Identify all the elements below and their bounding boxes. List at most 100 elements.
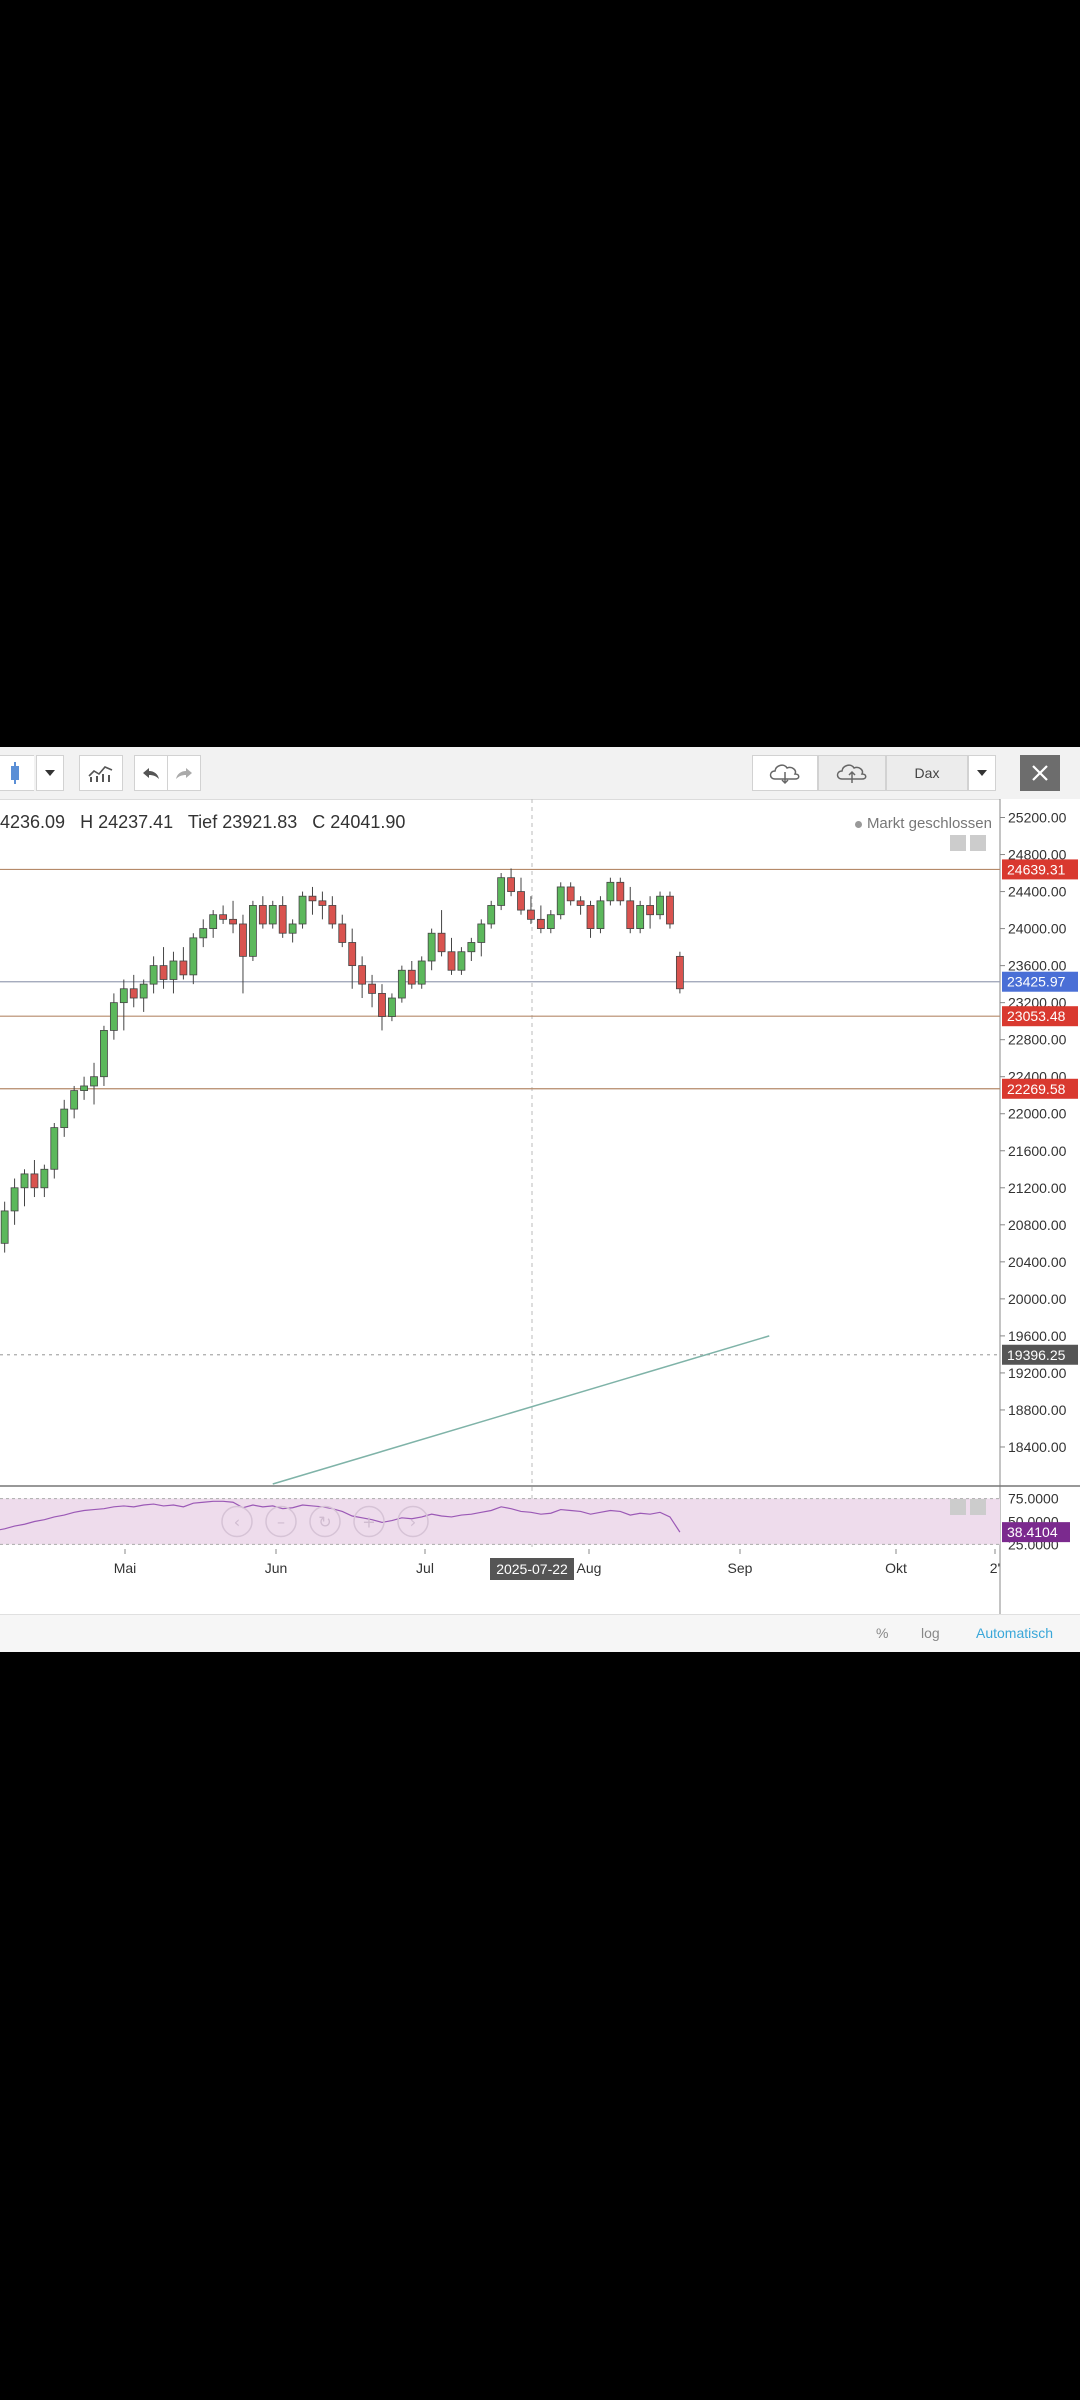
candle-body: [308, 895, 317, 902]
candle: [139, 979, 148, 1012]
ohlc-open: 4236.09: [0, 812, 66, 832]
level-label: 19396.25: [1007, 1347, 1066, 1363]
candle-body: [298, 895, 307, 925]
candle: [219, 905, 228, 924]
candle-body: [40, 1168, 49, 1189]
percent-scale-toggle[interactable]: %: [876, 1625, 888, 1641]
candle: [248, 900, 257, 961]
redo-button[interactable]: [167, 755, 201, 791]
chart-toolbar: Dax: [0, 747, 1080, 800]
status-dot-icon: [854, 820, 862, 828]
candle: [90, 1062, 98, 1105]
candle-body: [169, 960, 178, 980]
candle: [467, 937, 476, 961]
candle-body: [0, 1210, 9, 1244]
symbol-dropdown[interactable]: [968, 755, 996, 791]
candle-body: [656, 895, 664, 916]
price-chart[interactable]: 25200.0024800.0024400.0024000.0023600.00…: [0, 799, 1080, 1614]
rsi-value-label: 38.4104: [1007, 1524, 1058, 1540]
candle: [338, 914, 347, 948]
x-tick-label: 2': [990, 1560, 1000, 1576]
x-tick-label: Aug: [577, 1560, 602, 1576]
candle-body: [129, 988, 138, 999]
candle: [199, 919, 208, 948]
candle: [378, 984, 386, 1031]
candle: [507, 868, 515, 897]
close-button[interactable]: [1020, 755, 1060, 791]
panel-settings-icon[interactable]: [950, 1499, 966, 1515]
panel-close-icon[interactable]: [970, 1499, 986, 1515]
auto-scale-toggle[interactable]: Automatisch: [976, 1625, 1053, 1641]
candle: [497, 873, 506, 911]
candle: [636, 900, 645, 934]
chart-type-dropdown[interactable]: [36, 755, 64, 791]
symbol-selector[interactable]: Dax: [886, 755, 968, 791]
candle: [129, 974, 138, 1008]
panel-settings-icon[interactable]: [950, 835, 966, 851]
undo-icon: [142, 766, 160, 780]
scroll-left-icon-glyph: ‹: [234, 1513, 240, 1532]
ohlc-low: Tief 23921.83: [187, 812, 298, 832]
candle-body: [248, 905, 257, 957]
candle: [209, 910, 218, 938]
price-tick-label: 21600.00: [1008, 1143, 1067, 1159]
symbol-label: Dax: [914, 765, 940, 781]
trend-line: [272, 1335, 770, 1485]
candle-body: [417, 960, 426, 985]
ohlc-readout: 4236.09 H 24237.41 Tief 23921.83 C 24041…: [0, 812, 415, 833]
candle: [298, 891, 307, 929]
price-tick-label: 23600.00: [1008, 958, 1067, 974]
indicators-button[interactable]: [79, 755, 123, 791]
candle-body: [576, 900, 585, 906]
price-tick-label: 20400.00: [1008, 1254, 1067, 1270]
candle-body: [50, 1127, 59, 1170]
candle-body: [596, 900, 605, 929]
candle-body: [616, 881, 625, 902]
candle: [626, 886, 635, 934]
candle-body: [100, 1030, 108, 1078]
candle-body: [229, 918, 237, 925]
candle: [407, 960, 416, 989]
panel-close-icon[interactable]: [970, 835, 986, 851]
candle-body: [477, 923, 486, 943]
ohlc-close: C 24041.90: [312, 812, 406, 832]
candle-body: [675, 955, 684, 990]
log-scale-toggle[interactable]: log: [921, 1625, 940, 1641]
cloud-upload-button[interactable]: [818, 755, 886, 791]
price-tick-label: 19600.00: [1008, 1328, 1067, 1344]
undo-button[interactable]: [134, 755, 168, 791]
price-panel-controls: [950, 835, 986, 851]
candlestick-chart-button[interactable]: [0, 755, 34, 791]
candle-body: [159, 965, 168, 980]
candle: [556, 882, 565, 920]
candle-body: [119, 988, 128, 1004]
candle-body: [457, 951, 466, 971]
price-tick-label: 20000.00: [1008, 1291, 1067, 1307]
candle: [566, 882, 575, 906]
crosshair-date-label: 2025-07-22: [496, 1561, 568, 1577]
candle-body: [268, 905, 277, 925]
candle-body: [487, 905, 496, 925]
candle-body: [80, 1085, 88, 1091]
candle-body: [546, 914, 555, 929]
x-tick-label: Mai: [114, 1560, 137, 1576]
candle: [546, 910, 555, 934]
candle-body: [447, 951, 456, 971]
candle: [596, 896, 605, 934]
x-tick-label: Sep: [728, 1560, 753, 1576]
dropdown-arrow-icon: [45, 770, 55, 776]
cloud-download-button[interactable]: [752, 755, 818, 791]
x-tick-label: Jul: [416, 1560, 434, 1576]
level-label: 22269.58: [1007, 1081, 1066, 1097]
candle-body: [407, 969, 416, 985]
close-icon: [1031, 764, 1049, 782]
candle-body: [338, 923, 347, 943]
candle: [417, 956, 426, 989]
cloud-download-icon: [767, 761, 803, 785]
chart-app: Dax 25200.00 24800.00 24400.00 24000.00 2360…: [0, 747, 1080, 1652]
price-tick-label: 22000.00: [1008, 1106, 1067, 1122]
candle-body: [239, 923, 247, 957]
candle: [646, 896, 654, 929]
candle-body: [70, 1090, 79, 1110]
price-tick-label: 18400.00: [1008, 1439, 1067, 1455]
